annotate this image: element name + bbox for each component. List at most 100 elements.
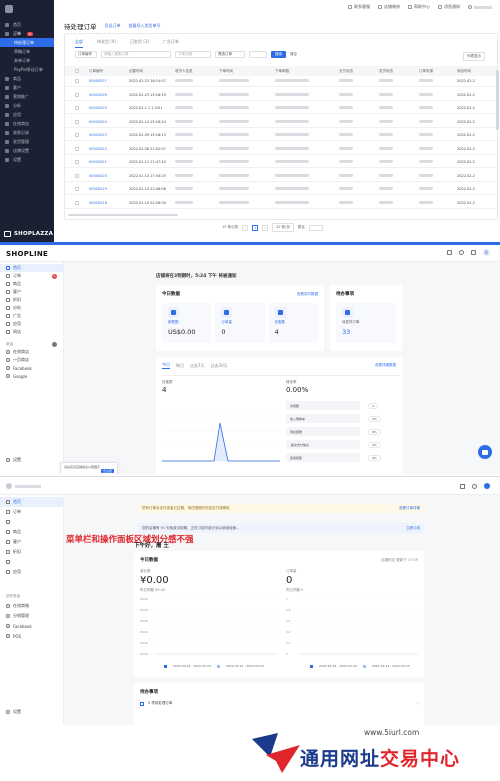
table-row[interactable]: 00000026 2022.02.23 15:16:19 2022.02.2 [65, 90, 497, 101]
tab-yesterday[interactable]: 昨日 [176, 363, 184, 369]
search-input[interactable]: 请输入搜索订单 [101, 51, 171, 58]
sidebar-item-8[interactable]: 营销推广 [0, 92, 54, 101]
stat-sales[interactable]: 销售额 US$0.00 [162, 303, 212, 343]
sidebar-item-2[interactable]: 商品 [0, 280, 63, 288]
order-id-link[interactable]: 00000023 [87, 133, 127, 137]
sidebar-item-8[interactable]: 网店 [0, 328, 63, 336]
order-id-link[interactable]: 00000027 [87, 79, 127, 83]
tab-to-ship[interactable]: 待发货 (9) [97, 39, 116, 48]
order-id-link[interactable]: 00000020 [87, 174, 127, 178]
chat-button[interactable] [478, 445, 492, 459]
goto-page-input[interactable] [308, 224, 323, 231]
vertical-scrollbar[interactable] [496, 70, 499, 130]
order-id-link[interactable]: 00000018 [87, 201, 127, 205]
help-icon[interactable] [472, 483, 477, 489]
store-logo[interactable] [0, 0, 54, 18]
sidebar-item-14[interactable]: 店铺设置 [0, 146, 54, 155]
subscribe-link[interactable]: 立即订阅 [406, 526, 420, 531]
sidebar-item-2[interactable]: 待处理订单 [0, 38, 54, 47]
sidebar-item-0[interactable]: 首页 [0, 20, 54, 29]
table-row[interactable]: 00000021 2022.01.11 11:47:10 2022.02.2 [65, 157, 497, 168]
prev-page-button[interactable]: ‹ [242, 224, 249, 231]
sidebar-item-11[interactable]: 在线商店 [0, 119, 54, 128]
add-channel-icon[interactable] [52, 341, 57, 347]
sidebar-item-5[interactable]: 折扣 [0, 547, 63, 557]
sidebar-item-3[interactable]: 草稿订单 [0, 47, 54, 56]
sidebar-item-2[interactable] [0, 517, 63, 527]
sidebar-item-13[interactable]: 发货管理 [0, 137, 54, 146]
row-checkbox[interactable] [75, 79, 79, 83]
view-orders-link[interactable]: 查看订单详情 [399, 506, 420, 511]
channel-item-2[interactable]: Facebook [0, 621, 63, 631]
row-checkbox[interactable] [75, 160, 79, 164]
channel-item-0[interactable]: 在线商店 [0, 348, 63, 356]
settings-item[interactable]: 设置 [0, 707, 64, 717]
table-row[interactable]: 00000019 2022.01.10 22:46:06 2022.02.2 [65, 184, 497, 195]
order-id-link[interactable]: 00000022 [87, 147, 127, 151]
sidebar-item-9[interactable]: 分析 [0, 101, 54, 110]
sidebar-item-5[interactable]: 分析 [0, 304, 63, 312]
sidebar-item-4[interactable]: 折扣 [0, 296, 63, 304]
user-menu[interactable] [468, 5, 492, 9]
topbar-decorate[interactable]: 店铺装修 [378, 4, 400, 10]
topbar-help[interactable]: 帮助中心 [408, 4, 430, 10]
sidebar-item-15[interactable]: 设置 [0, 155, 54, 164]
tab-shipped[interactable]: 已发货 (3) [130, 39, 149, 48]
channel-item-3[interactable]: Google [0, 372, 63, 380]
row-checkbox[interactable] [75, 119, 79, 124]
channel-item-2[interactable]: Facebook [0, 364, 63, 372]
column-display-button[interactable]: 列表显示 [463, 52, 485, 61]
table-row[interactable]: 00000027 2022.02.23 18:14:57 2022.02.2 [65, 76, 497, 87]
topbar-contact[interactable]: 联系客服 [348, 4, 370, 10]
row-checkbox[interactable] [75, 200, 79, 205]
horizontal-scrollbar[interactable] [68, 214, 178, 216]
help-icon[interactable] [459, 250, 464, 255]
stat-visitors[interactable]: 访客数 4 [268, 303, 318, 343]
bell-icon[interactable] [471, 250, 476, 255]
row-checkbox[interactable] [75, 133, 79, 137]
sidebar-item-6[interactable] [0, 557, 63, 567]
sidebar-item-3[interactable]: 客户 [0, 288, 63, 296]
detail-link[interactable]: 查看详细数据 [375, 363, 396, 368]
next-page-button[interactable]: › [262, 224, 269, 231]
avatar[interactable] [484, 483, 490, 489]
order-id-link[interactable]: 00000026 [87, 93, 127, 97]
topbar-notify[interactable]: 消息通知 [438, 4, 460, 10]
channel-item-1[interactable]: 分销管理 [0, 611, 63, 621]
table-row[interactable]: 00000020 2022.01.10 17:34:25 2022.02.2 [65, 171, 497, 182]
chevron-right-icon[interactable]: › [416, 701, 418, 706]
sidebar-item-6[interactable]: 广告 [0, 312, 63, 320]
todo-item[interactable]: 5 项待处理订单 [140, 701, 172, 706]
row-checkbox[interactable] [75, 92, 79, 97]
sidebar-item-7[interactable]: 应用 [0, 320, 63, 328]
go-setup-button[interactable]: 去设置 [100, 469, 114, 473]
search-button[interactable]: 搜索 [271, 51, 286, 58]
page-1-button[interactable]: 1 [252, 224, 259, 231]
table-row[interactable]: 00000018 2022.01.10 22:26:00 2022.02.2 [65, 198, 497, 209]
page-size-select[interactable]: 20 条/页 [272, 223, 294, 232]
sidebar-item-1[interactable]: 订单 [0, 507, 63, 517]
filter-select[interactable]: 筛选订单 [215, 51, 245, 58]
avatar[interactable]: B [483, 249, 490, 256]
sidebar-item-5[interactable]: PayPal争议订单 [0, 65, 54, 74]
sidebar-item-0[interactable]: 首页 [0, 497, 63, 507]
stat-orders[interactable]: 订单量 0 [215, 303, 265, 343]
date-input[interactable]: 下单日期 [175, 51, 211, 58]
sidebar-item-12[interactable]: 收款记录 [0, 128, 54, 137]
tab-7days[interactable]: 过去7天 [190, 363, 205, 369]
sidebar-item-4[interactable]: 弃单订单 [0, 56, 54, 65]
row-checkbox[interactable] [75, 146, 79, 151]
row-checkbox[interactable] [75, 106, 79, 110]
table-row[interactable]: 00000023 2022.02.09 15:18:13 2022.02.2 [65, 130, 497, 141]
channel-item-0[interactable]: 在线商城 [0, 601, 63, 611]
tab-30days[interactable]: 过去30天 [211, 363, 228, 369]
order-id-link[interactable]: 00000021 [87, 160, 127, 164]
todo-unshipped[interactable]: 待发货订单 33 [336, 303, 396, 343]
sidebar-item-6[interactable]: 商品 [0, 74, 54, 83]
sidebar-item-7[interactable]: 应用 [0, 567, 63, 577]
clear-button[interactable]: 清空 [290, 52, 297, 57]
filter-extra[interactable] [249, 51, 267, 58]
export-orders-link[interactable]: 导出订单 [105, 23, 121, 29]
sidebar-item-10[interactable]: 应用 [0, 110, 54, 119]
table-row[interactable]: 00000025 2022.02.1 1 1 4:01 2022.02.2 [65, 103, 497, 114]
